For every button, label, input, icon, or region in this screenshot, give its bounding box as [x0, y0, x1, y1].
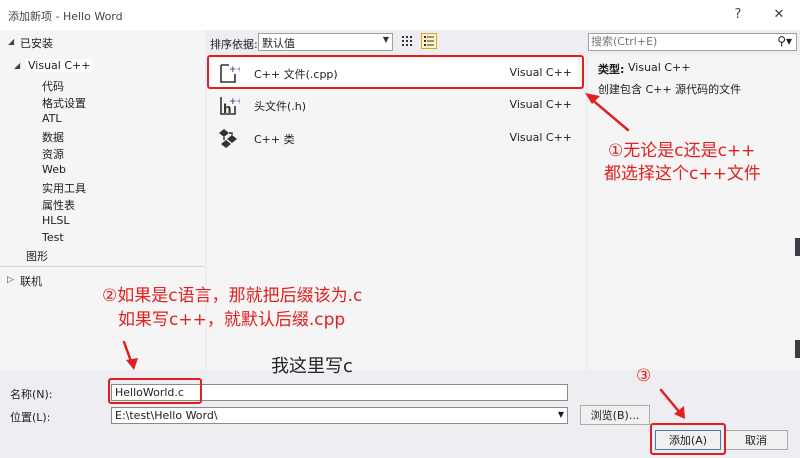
arrow-head-template [585, 93, 600, 104]
arrow-to-add [659, 388, 683, 416]
arrow-to-template [588, 96, 630, 132]
arrow-head-name [126, 358, 138, 370]
annotation-arrows [122, 93, 685, 419]
